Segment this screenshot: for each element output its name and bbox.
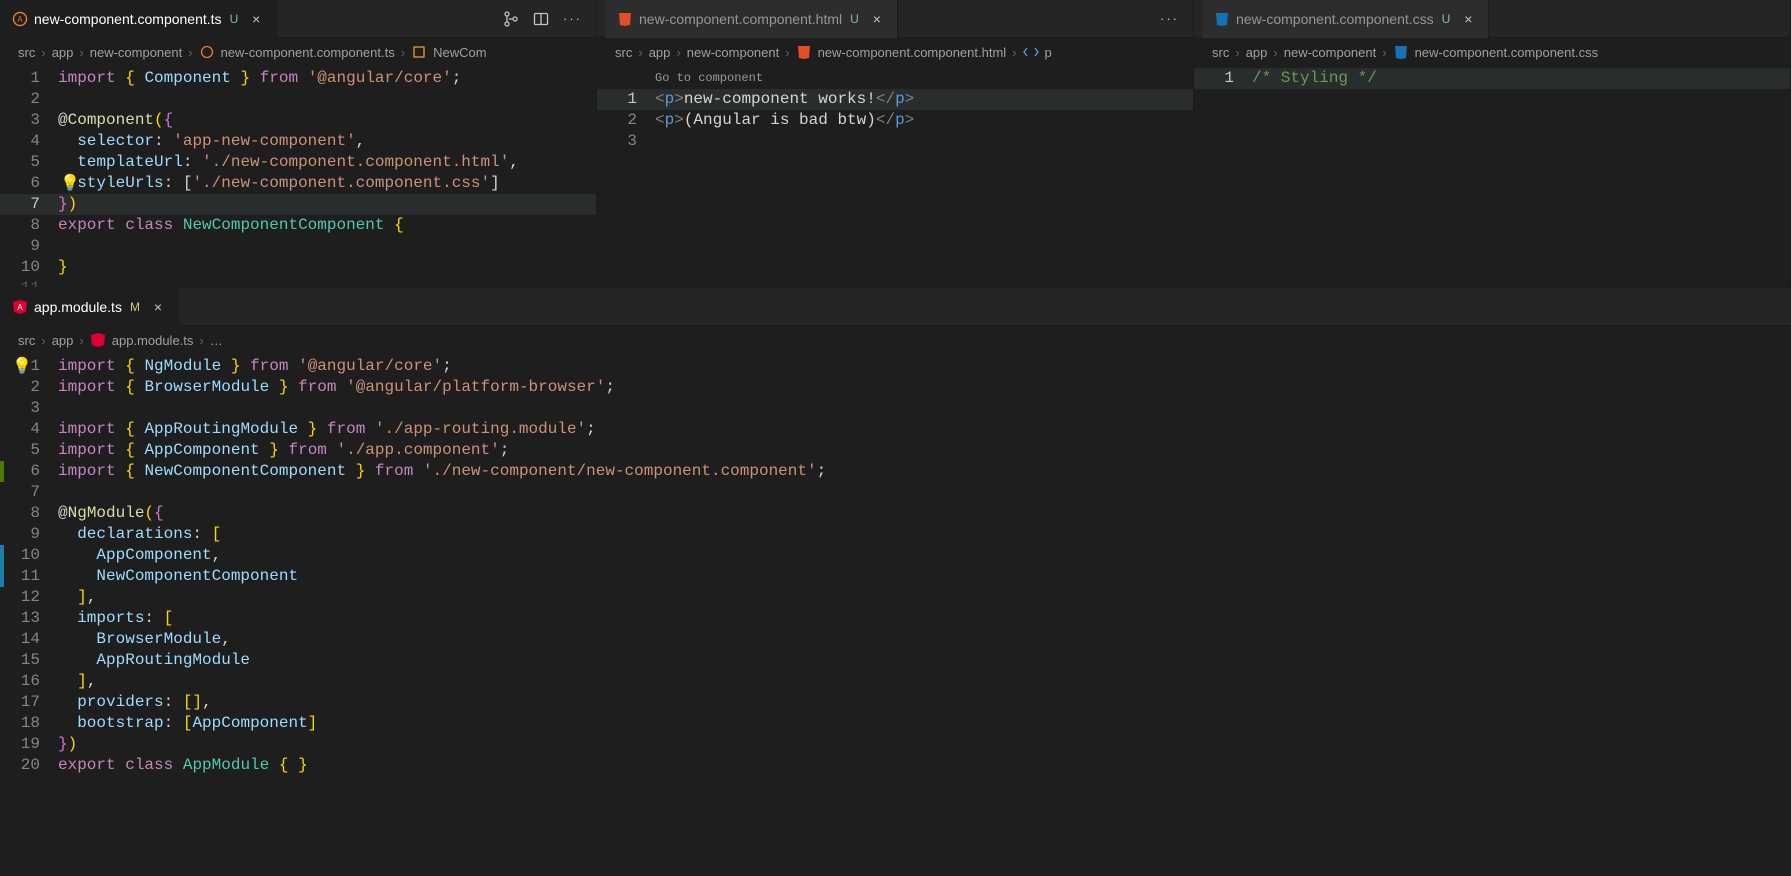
tab-bar: A new-component.component.ts U × ···: [0, 0, 596, 38]
angular-icon: A: [12, 299, 28, 315]
tab-bar: A app.module.ts M ×: [0, 288, 1791, 326]
html-icon: [617, 11, 633, 27]
more-icon[interactable]: ···: [563, 11, 582, 27]
breadcrumb[interactable]: src› app› new-component› new-component.c…: [597, 38, 1193, 66]
tab-label: new-component.component.css: [1236, 11, 1434, 27]
css-icon: [1214, 11, 1230, 27]
breadcrumb[interactable]: src› app› app.module.ts› …: [0, 326, 1791, 354]
close-icon[interactable]: ×: [248, 12, 264, 26]
tab-ts-file[interactable]: A new-component.component.ts U ×: [0, 0, 277, 38]
git-status-badge: U: [1442, 12, 1451, 26]
css-icon: [1393, 44, 1409, 60]
angular-icon: [90, 332, 106, 348]
tab-label: app.module.ts: [34, 299, 122, 315]
split-editor-icon[interactable]: [533, 11, 549, 27]
tab-css-file[interactable]: new-component.component.css U ×: [1202, 0, 1489, 38]
typescript-icon: A: [12, 11, 28, 27]
html-icon: [796, 44, 812, 60]
tab-bar: new-component.component.css U ×: [1194, 0, 1790, 38]
class-icon: [411, 44, 427, 60]
code-editor[interactable]: 💡1import { NgModule } from '@angular/cor…: [0, 354, 1791, 776]
editor-pane-module: A app.module.ts M × src› app› app.module…: [0, 287, 1791, 876]
lightbulb-icon[interactable]: 💡: [60, 174, 80, 195]
tab-label: new-component.component.ts: [34, 11, 222, 27]
code-editor[interactable]: 1import { Component } from '@angular/cor…: [0, 66, 596, 287]
tab-label: new-component.component.html: [639, 11, 842, 27]
editor-pane-html: new-component.component.html U × ··· src…: [597, 0, 1194, 287]
breadcrumb[interactable]: src› app› new-component› new-component.c…: [0, 38, 596, 66]
typescript-icon: [199, 44, 215, 60]
code-editor[interactable]: 1/* Styling */: [1194, 66, 1790, 89]
lightbulb-icon[interactable]: 💡: [12, 357, 32, 378]
element-icon: [1023, 44, 1039, 60]
editor-pane-css: new-component.component.css U × src› app…: [1194, 0, 1791, 287]
svg-text:A: A: [17, 15, 23, 24]
git-status-badge: M: [130, 300, 140, 314]
svg-text:A: A: [17, 303, 23, 312]
tab-html-file[interactable]: new-component.component.html U ×: [605, 0, 898, 38]
close-icon[interactable]: ×: [1460, 12, 1476, 26]
git-status-badge: U: [850, 12, 859, 26]
tab-module-file[interactable]: A app.module.ts M ×: [0, 288, 179, 326]
codelens-link[interactable]: Go to component: [655, 68, 763, 89]
breadcrumb[interactable]: src› app› new-component› new-component.c…: [1194, 38, 1790, 66]
editor-pane-ts: A new-component.component.ts U × ··· src…: [0, 0, 597, 287]
source-control-icon[interactable]: [503, 11, 519, 27]
close-icon[interactable]: ×: [869, 12, 885, 26]
tab-bar: new-component.component.html U × ···: [597, 0, 1193, 38]
close-icon[interactable]: ×: [150, 300, 166, 314]
more-icon[interactable]: ···: [1160, 11, 1179, 26]
git-status-badge: U: [230, 12, 239, 26]
code-editor[interactable]: Go to component 1<p>new-component works!…: [597, 66, 1193, 152]
